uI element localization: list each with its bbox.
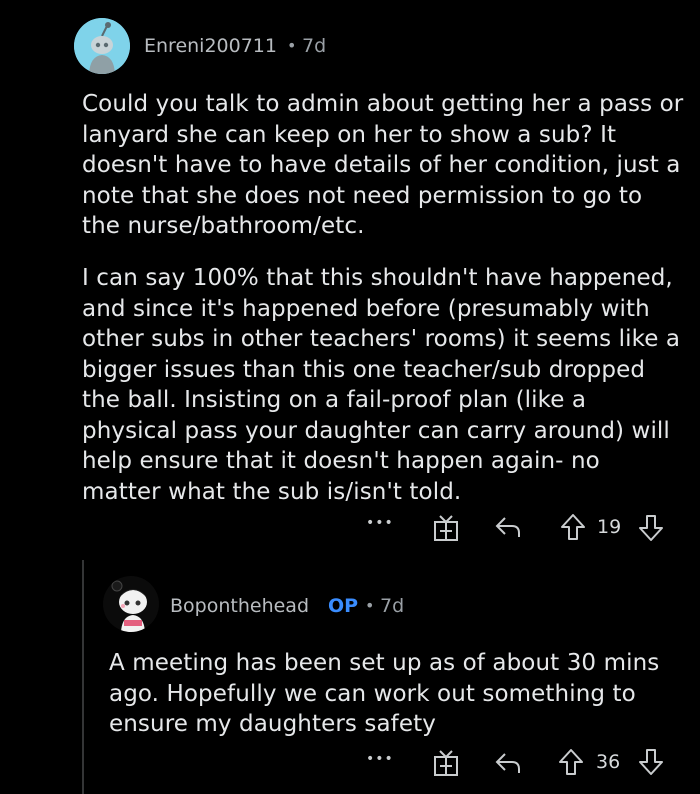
comment-paragraph: I can say 100% that this shouldn't have … [82,263,692,507]
text-line: matter what the sub is/isn't told. [82,478,462,505]
comment-paragraph: A meeting has been set up as of about 30… [109,648,694,740]
award-icon[interactable] [432,748,460,778]
upvote-icon[interactable] [557,747,585,777]
comment-username[interactable]: Enreni200711 [144,35,277,57]
text-line: I can say 100% that this shouldn't have … [82,265,673,291]
text-line: ago. Hopefully we can work out something… [109,680,636,707]
comment-body: Could you talk to admin about getting he… [82,89,692,242]
text-line: doesn't have to have details of her cond… [82,152,681,178]
text-line: lanyard she can keep on her to show a su… [82,121,617,148]
op-badge: OP [328,595,359,617]
award-icon[interactable] [432,513,460,543]
comment-time: 7d [302,35,327,57]
avatar[interactable] [103,576,159,632]
separator-dot: • [365,596,375,615]
text-line: and since it's happened before (presumab… [82,295,650,322]
comment-body: A meeting has been set up as of about 30… [109,648,694,740]
separator-dot: • [287,36,297,55]
upvote-icon[interactable] [559,512,587,542]
more-icon[interactable]: ••• [366,751,394,767]
vote-count: 19 [597,516,622,538]
text-line: bigger issues than this one teacher/sub … [82,356,646,383]
comment-body: I can say 100% that this shouldn't have … [82,263,692,507]
comment-username[interactable]: Boponthehead [170,595,309,617]
comment-time: 7d [380,595,405,617]
text-line: help ensure that it doesn't happen again… [82,448,600,474]
downvote-icon[interactable] [637,747,665,777]
text-line: other subs in other teachers' rooms) it … [82,326,681,352]
text-line: A meeting has been set up as of about 30… [109,650,660,676]
snoo-avatar-icon [74,18,130,74]
vote-count: 36 [596,751,621,773]
downvote-icon[interactable] [637,513,665,543]
comment-paragraph: Could you talk to admin about getting he… [82,89,692,242]
avatar[interactable] [74,18,130,74]
more-icon[interactable]: ••• [366,515,394,531]
reply-icon[interactable] [494,750,522,776]
thread-line[interactable] [82,560,84,794]
snoo-avatar-icon [103,576,159,632]
text-line: note that she does not need permission t… [82,182,643,209]
text-line: Could you talk to admin about getting he… [82,91,684,117]
text-line: the nurse/bathroom/etc. [82,213,365,239]
text-line: ensure my daughters safety [109,711,436,737]
reply-icon[interactable] [494,514,522,540]
text-line: physical pass your daughter can carry ar… [82,417,670,444]
text-line: the ball. Insisting on a fail-proof plan… [82,387,587,413]
